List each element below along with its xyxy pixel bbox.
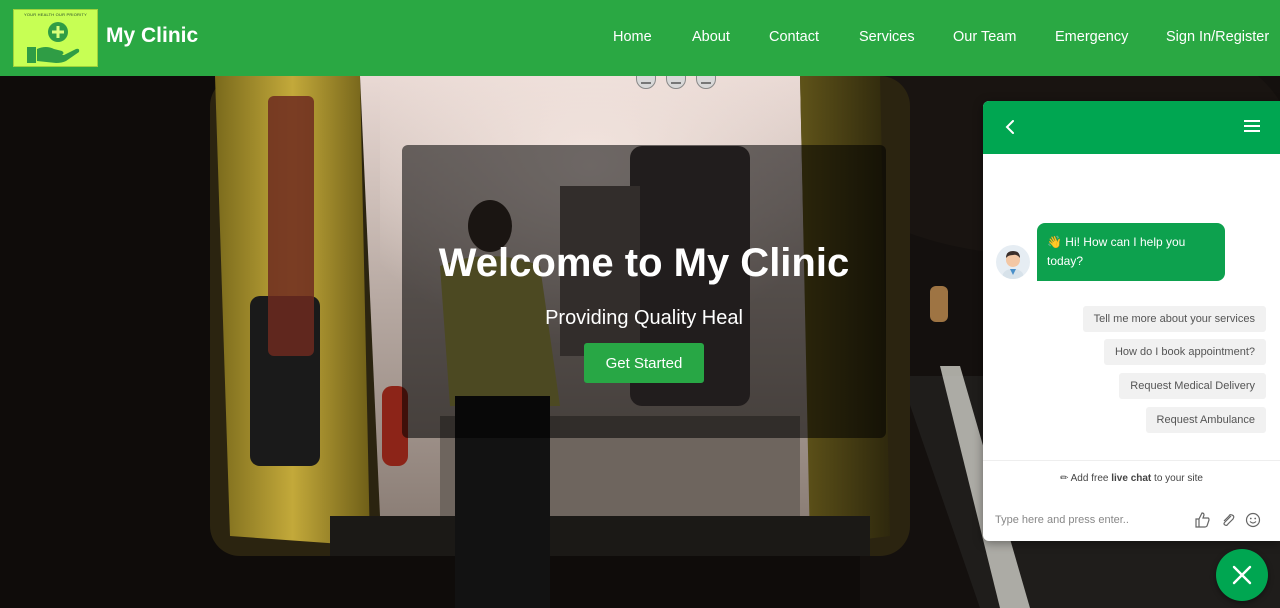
close-icon <box>1232 565 1252 585</box>
get-started-button[interactable]: Get Started <box>584 343 704 383</box>
thumbs-up-icon[interactable] <box>1194 512 1210 528</box>
nav-contact[interactable]: Contact <box>769 29 819 45</box>
nav-sign-in[interactable]: Sign In/Register <box>1166 29 1269 45</box>
nav-about[interactable]: About <box>692 29 730 45</box>
hero-overlay <box>402 145 886 438</box>
nav-our-team[interactable]: Our Team <box>953 29 1016 45</box>
chat-message-input[interactable] <box>995 511 1185 529</box>
bot-greeting-message: 👋 Hi! How can I help you today? <box>1037 223 1225 281</box>
hero-title: Welcome to My Clinic <box>438 241 850 285</box>
nav-emergency[interactable]: Emergency <box>1055 29 1128 45</box>
pencil-icon: ✏ <box>1060 473 1069 484</box>
agent-avatar <box>996 245 1030 279</box>
carousel-dot[interactable] <box>666 76 686 89</box>
hero-subtitle: Providing Quality Heal <box>545 307 743 329</box>
nav-services[interactable]: Services <box>859 29 915 45</box>
chat-divider <box>983 460 1280 461</box>
nav-home[interactable]: Home <box>613 29 652 45</box>
paperclip-icon[interactable] <box>1220 512 1236 528</box>
promo-bold: live chat <box>1111 473 1152 484</box>
carousel-indicators[interactable] <box>636 76 716 89</box>
promo-suffix: to your site <box>1151 473 1203 484</box>
live-chat-promo[interactable]: ✏ Add free live chat to your site <box>983 473 1280 484</box>
carousel-dot[interactable] <box>636 76 656 89</box>
chat-header <box>983 101 1280 154</box>
emoji-icon[interactable] <box>1245 512 1261 528</box>
quick-reply-ambulance[interactable]: Request Ambulance <box>1145 407 1266 433</box>
quick-reply-medical-delivery[interactable]: Request Medical Delivery <box>1119 373 1266 399</box>
brand-name[interactable]: My Clinic <box>106 24 198 48</box>
navbar: YOUR HEALTH OUR PRIORITY My Clinic Home … <box>0 0 1280 76</box>
carousel-dot[interactable] <box>696 76 716 89</box>
hamburger-menu-icon[interactable] <box>1244 119 1260 133</box>
quick-reply-book-appointment[interactable]: How do I book appointment? <box>1103 339 1266 365</box>
close-chat-button[interactable] <box>1216 549 1268 601</box>
quick-reply-services[interactable]: Tell me more about your services <box>1082 306 1266 332</box>
chat-widget: 👋 Hi! How can I help you today? Tell me … <box>983 101 1280 541</box>
clinic-logo[interactable]: YOUR HEALTH OUR PRIORITY <box>13 9 98 67</box>
hand-plus-icon <box>27 22 80 63</box>
back-chevron-icon[interactable] <box>1003 117 1017 137</box>
promo-prefix: Add free <box>1070 473 1112 484</box>
